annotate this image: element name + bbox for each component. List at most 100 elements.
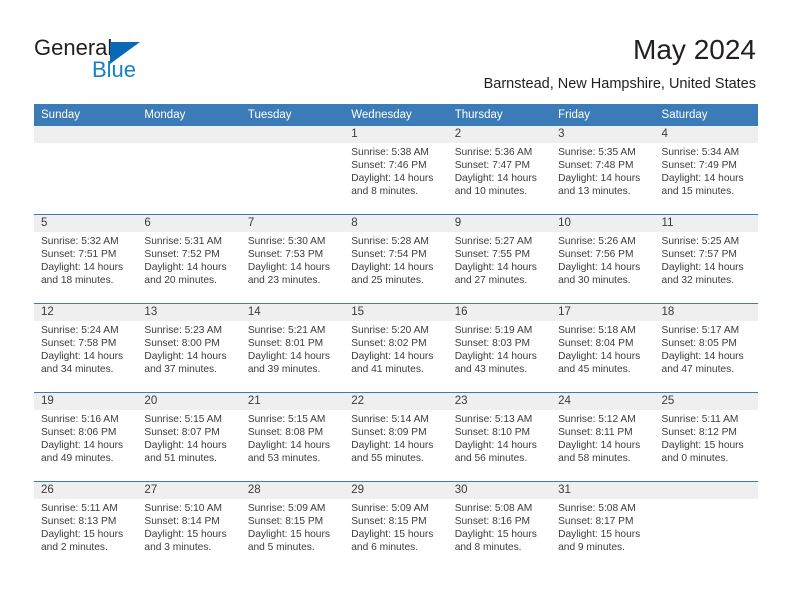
- daylight-text: Daylight: 14 hours and 18 minutes.: [41, 262, 124, 287]
- calendar-day-cell[interactable]: 22 Sunrise: 5:14 AM Sunset: 8:09 PM Dayligh…: [344, 393, 448, 481]
- calendar-day-cell[interactable]: 17 Sunrise: 5:18 AM Sunset: 8:04 PM Dayligh…: [551, 304, 655, 392]
- daylight-text: Daylight: 14 hours and 45 minutes.: [558, 351, 641, 376]
- sunset-text: Sunset: 7:56 PM: [558, 249, 634, 261]
- daylight-text: Daylight: 14 hours and 15 minutes.: [661, 173, 744, 198]
- calendar-day-cell[interactable]: 13 Sunrise: 5:23 AM Sunset: 8:00 PM Dayligh…: [137, 304, 241, 392]
- calendar-week-row: 26 Sunrise: 5:11 AM Sunset: 8:13 PM Dayligh…: [34, 481, 758, 570]
- daylight-text: Daylight: 14 hours and 47 minutes.: [661, 351, 744, 376]
- daylight-text: Daylight: 14 hours and 37 minutes.: [144, 351, 227, 376]
- sunrise-text: Sunrise: 5:11 AM: [41, 503, 118, 514]
- calendar-day-cell[interactable]: 9 Sunrise: 5:27 AM Sunset: 7:55 PM Daylight…: [447, 215, 552, 303]
- day-number: 17: [551, 304, 655, 321]
- calendar-day-cell[interactable]: 26 Sunrise: 5:11 AM Sunset: 8:13 PM Dayligh…: [34, 482, 138, 570]
- sunrise-text: Sunrise: 5:08 AM: [558, 503, 636, 514]
- calendar-day-cell[interactable]: 18 Sunrise: 5:17 AM Sunset: 8:05 PM Dayligh…: [654, 304, 758, 392]
- calendar-day-cell[interactable]: 31 Sunrise: 5:08 AM Sunset: 8:17 PM Dayligh…: [551, 482, 655, 570]
- calendar-day-cell-empty: [34, 126, 138, 214]
- day-number: 9: [447, 215, 552, 232]
- calendar-day-cell[interactable]: 2 Sunrise: 5:36 AM Sunset: 7:47 PM Daylight…: [447, 126, 552, 214]
- general-blue-logo[interactable]: General Blue: [34, 36, 234, 88]
- calendar-day-cell[interactable]: 19 Sunrise: 5:16 AM Sunset: 8:06 PM Dayligh…: [34, 393, 138, 481]
- calendar-day-cell[interactable]: 6 Sunrise: 5:31 AM Sunset: 7:52 PM Daylight…: [137, 215, 241, 303]
- day-number: 28: [240, 482, 345, 499]
- day-number: 30: [447, 482, 552, 499]
- sunrise-text: Sunrise: 5:30 AM: [247, 236, 326, 247]
- calendar-week-inner: 5 Sunrise: 5:32 AM Sunset: 7:51 PM Daylight…: [34, 215, 758, 303]
- day-sun-info: Sunrise: 5:31 AM Sunset: 7:52 PM Daylight:…: [137, 232, 240, 287]
- day-sun-info: Sunrise: 5:19 AM Sunset: 8:03 PM Daylight:…: [448, 321, 551, 376]
- calendar-day-cell[interactable]: 28 Sunrise: 5:09 AM Sunset: 8:15 PM Dayligh…: [240, 482, 345, 570]
- calendar-day-cell[interactable]: 3 Sunrise: 5:35 AM Sunset: 7:48 PM Daylight…: [551, 126, 655, 214]
- daylight-text: Daylight: 15 hours and 0 minutes.: [661, 440, 744, 465]
- calendar-day-cell[interactable]: 27 Sunrise: 5:10 AM Sunset: 8:14 PM Dayligh…: [137, 482, 241, 570]
- sunset-text: Sunset: 7:55 PM: [454, 249, 531, 261]
- day-number: 24: [551, 393, 655, 410]
- calendar-day-cell[interactable]: 5 Sunrise: 5:32 AM Sunset: 7:51 PM Daylight…: [34, 215, 138, 303]
- calendar-day-cell[interactable]: 30 Sunrise: 5:08 AM Sunset: 8:16 PM Dayligh…: [447, 482, 552, 570]
- daylight-text: Daylight: 14 hours and 41 minutes.: [351, 351, 434, 376]
- sunset-text: Sunset: 8:08 PM: [247, 427, 324, 439]
- sunset-text: Sunset: 8:02 PM: [351, 338, 427, 350]
- sunset-text: Sunset: 7:47 PM: [454, 160, 531, 172]
- calendar-day-cell[interactable]: 24 Sunrise: 5:12 AM Sunset: 8:11 PM Dayligh…: [551, 393, 655, 481]
- day-sun-info: Sunrise: 5:30 AM Sunset: 7:53 PM Daylight:…: [241, 232, 344, 287]
- daylight-text: Daylight: 14 hours and 23 minutes.: [247, 262, 330, 287]
- calendar-day-cell[interactable]: 16 Sunrise: 5:19 AM Sunset: 8:03 PM Dayligh…: [447, 304, 552, 392]
- sunset-text: Sunset: 8:17 PM: [558, 516, 634, 528]
- calendar-page: General Blue May 2024 Barnstead, New Ham…: [0, 0, 792, 612]
- day-number: 5: [34, 215, 138, 232]
- calendar-day-cell[interactable]: 15 Sunrise: 5:20 AM Sunset: 8:02 PM Dayligh…: [344, 304, 448, 392]
- calendar-day-cell[interactable]: 12 Sunrise: 5:24 AM Sunset: 7:58 PM Dayligh…: [34, 304, 138, 392]
- day-number: 6: [137, 215, 241, 232]
- day-sun-info: Sunrise: 5:38 AM Sunset: 7:46 PM Daylight:…: [344, 143, 447, 198]
- day-number: 26: [34, 482, 138, 499]
- calendar-day-cell[interactable]: 29 Sunrise: 5:09 AM Sunset: 8:15 PM Dayligh…: [344, 482, 448, 570]
- sunrise-text: Sunrise: 5:10 AM: [144, 503, 223, 514]
- day-sun-info: Sunrise: 5:08 AM Sunset: 8:16 PM Daylight:…: [448, 499, 551, 554]
- day-number: 18: [654, 304, 758, 321]
- day-number: [34, 126, 138, 143]
- calendar-day-cell[interactable]: 8 Sunrise: 5:28 AM Sunset: 7:54 PM Daylight…: [344, 215, 448, 303]
- daylight-text: Daylight: 14 hours and 32 minutes.: [661, 262, 744, 287]
- calendar-day-cell[interactable]: 1 Sunrise: 5:38 AM Sunset: 7:46 PM Daylight…: [344, 126, 448, 214]
- sunset-text: Sunset: 7:51 PM: [41, 249, 117, 261]
- day-sun-info: Sunrise: 5:15 AM Sunset: 8:07 PM Daylight:…: [137, 410, 240, 465]
- calendar-day-cell[interactable]: 23 Sunrise: 5:13 AM Sunset: 8:10 PM Dayligh…: [447, 393, 552, 481]
- day-sun-info: Sunrise: 5:27 AM Sunset: 7:55 PM Daylight:…: [448, 232, 551, 287]
- sunrise-text: Sunrise: 5:35 AM: [558, 147, 636, 158]
- day-sun-info: Sunrise: 5:25 AM Sunset: 7:57 PM Daylight:…: [655, 232, 758, 287]
- weekday-header-thursday: Thursday: [454, 109, 503, 121]
- page-subtitle-location: Barnstead, New Hampshire, United States: [483, 76, 756, 92]
- calendar-day-cell[interactable]: 20 Sunrise: 5:15 AM Sunset: 8:07 PM Dayligh…: [137, 393, 241, 481]
- sunset-text: Sunset: 7:52 PM: [144, 249, 220, 261]
- sunset-text: Sunset: 8:15 PM: [351, 516, 427, 528]
- calendar-day-cell-empty: [654, 482, 758, 570]
- calendar-day-cell[interactable]: 21 Sunrise: 5:15 AM Sunset: 8:08 PM Dayligh…: [240, 393, 345, 481]
- calendar-week-inner: 19 Sunrise: 5:16 AM Sunset: 8:06 PM Dayligh…: [34, 393, 758, 481]
- day-sun-info: Sunrise: 5:09 AM Sunset: 8:15 PM Daylight:…: [241, 499, 344, 554]
- sunset-text: Sunset: 8:11 PM: [558, 427, 633, 439]
- page-title: May 2024: [633, 34, 756, 65]
- daylight-text: Daylight: 14 hours and 56 minutes.: [454, 440, 537, 465]
- day-sun-info: Sunrise: 5:24 AM Sunset: 7:58 PM Daylight:…: [34, 321, 137, 376]
- daylight-text: Daylight: 15 hours and 8 minutes.: [454, 529, 537, 554]
- calendar-day-cell[interactable]: 7 Sunrise: 5:30 AM Sunset: 7:53 PM Daylight…: [240, 215, 345, 303]
- sunset-text: Sunset: 8:10 PM: [454, 427, 531, 439]
- sunrise-text: Sunrise: 5:15 AM: [144, 414, 223, 425]
- daylight-text: Daylight: 14 hours and 13 minutes.: [558, 173, 641, 198]
- day-number: 13: [137, 304, 241, 321]
- sunrise-text: Sunrise: 5:27 AM: [454, 236, 533, 247]
- calendar-day-cell[interactable]: 14 Sunrise: 5:21 AM Sunset: 8:01 PM Dayligh…: [240, 304, 345, 392]
- day-number: 10: [551, 215, 655, 232]
- sunrise-text: Sunrise: 5:26 AM: [558, 236, 636, 247]
- sunset-text: Sunset: 7:48 PM: [558, 160, 634, 172]
- calendar-day-cell[interactable]: 25 Sunrise: 5:11 AM Sunset: 8:12 PM Dayligh…: [654, 393, 758, 481]
- sunset-text: Sunset: 8:00 PM: [144, 338, 220, 350]
- weekday-header-saturday: Saturday: [661, 109, 708, 121]
- calendar-day-cell[interactable]: 4 Sunrise: 5:34 AM Sunset: 7:49 PM Daylight…: [654, 126, 758, 214]
- calendar-day-cell[interactable]: 10 Sunrise: 5:26 AM Sunset: 7:56 PM Dayligh…: [551, 215, 655, 303]
- sunset-text: Sunset: 7:46 PM: [351, 160, 427, 172]
- day-number: 19: [34, 393, 138, 410]
- calendar-day-cell[interactable]: 11 Sunrise: 5:25 AM Sunset: 7:57 PM Dayligh…: [654, 215, 758, 303]
- day-number: [240, 126, 345, 143]
